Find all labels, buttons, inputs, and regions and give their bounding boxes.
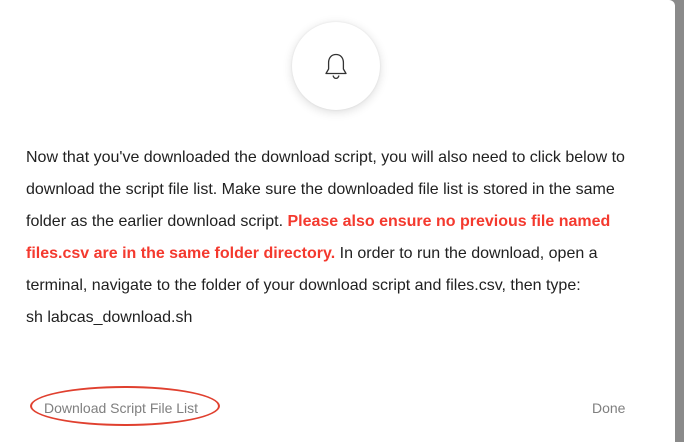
done-button[interactable]: Done [592,392,625,424]
download-instructions-dialog: Now that you've downloaded the download … [0,0,675,442]
command-text: sh labcas_download.sh [26,309,193,326]
dialog-actions: Download Script File List Done [0,392,675,424]
instructions-paragraph: Now that you've downloaded the download … [26,142,656,302]
notification-icon-badge [292,22,380,110]
bell-icon [325,53,347,80]
download-script-file-list-button[interactable]: Download Script File List [44,392,198,424]
dialog-message: Now that you've downloaded the download … [26,142,656,334]
